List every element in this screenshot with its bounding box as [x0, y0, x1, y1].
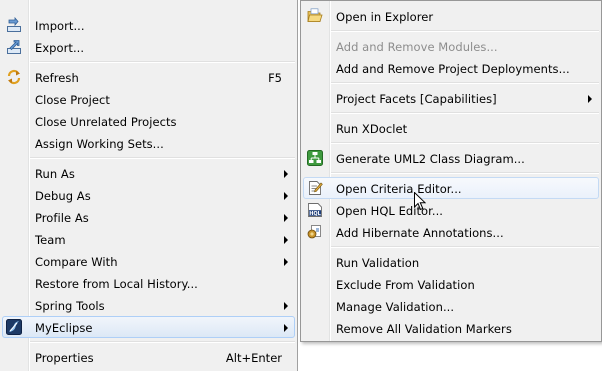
menu-item-label: Manage Validation... [336, 300, 455, 314]
submenu-arrow-icon [284, 236, 288, 244]
submenu-arrow-icon [284, 258, 288, 266]
import-icon [7, 17, 21, 32]
criteria-editor-icon [309, 181, 323, 195]
menu-item-label: Add and Remove Modules... [336, 40, 498, 54]
menu-item-debug-as[interactable]: Debug As [2, 184, 295, 206]
menu-item-run-validation[interactable]: Run Validation [303, 251, 599, 273]
menu-item-add-and-remove-modules[interactable]: Add and Remove Modules... [303, 35, 599, 57]
submenu-arrow-icon [284, 192, 288, 200]
menu-item-run-as[interactable]: Run As [2, 162, 295, 184]
menu-item-properties[interactable]: Properties Alt+Enter [2, 346, 295, 368]
uml-diagram-icon [307, 150, 323, 166]
mouse-cursor-icon [414, 192, 426, 211]
menu-separator [331, 246, 599, 248]
folder-icon [307, 8, 323, 22]
menu-item-refresh[interactable]: Refresh F5 [2, 66, 295, 88]
export-icon [7, 40, 21, 54]
myeclipse-submenu: Open in Explorer Add and Remove Modules.… [300, 0, 602, 342]
menu-item-open-hql-editor[interactable]: HQL Open HQL Editor... [303, 199, 599, 221]
menu-item-label: Run XDoclet [336, 122, 408, 136]
menu-item-assign-working-sets[interactable]: Assign Working Sets... [2, 132, 295, 154]
menu-item-manage-validation[interactable]: Manage Validation... [303, 295, 599, 317]
menu-item-label: Spring Tools [35, 299, 105, 313]
myeclipse-icon [6, 319, 22, 335]
menu-separator [331, 172, 599, 174]
menu-item-project-facets[interactable]: Project Facets [Capabilities] [303, 87, 599, 109]
menu-item-label: Remove All Validation Markers [336, 322, 512, 336]
menu-item-add-hibernate-annotations[interactable]: Add Hibernate Annotations... [303, 221, 599, 243]
menu-item-label: Close Unrelated Projects [35, 115, 177, 129]
menu-item-label: Properties [35, 351, 94, 365]
menu-item-close-unrelated-projects[interactable]: Close Unrelated Projects [2, 110, 295, 132]
menu-item-label: Open in Explorer [336, 10, 434, 24]
menu-item-label: Team [35, 233, 66, 247]
menu-item-spring-tools[interactable]: Spring Tools [2, 294, 295, 316]
menu-item-label: Assign Working Sets... [35, 137, 164, 151]
menu-item-label: Profile As [35, 211, 89, 225]
menu-item-label: Exclude From Validation [336, 278, 475, 292]
menu-item-label: Refresh [35, 71, 79, 85]
menu-item-restore-from-local-history[interactable]: Restore from Local History... [2, 272, 295, 294]
svg-text:HQL: HQL [309, 211, 321, 217]
hibernate-annotation-icon [307, 225, 321, 239]
menu-item-label: Close Project [35, 93, 110, 107]
menu-item-label: Debug As [35, 189, 91, 203]
submenu-arrow-icon [284, 324, 288, 332]
menu-separator [331, 112, 599, 114]
menu-item-label: Export... [35, 41, 85, 55]
menu-separator [331, 82, 599, 84]
menu-item-label: Import... [35, 19, 85, 33]
menu-separator [30, 341, 295, 343]
menu-item-add-and-remove-project-deployments[interactable]: Add and Remove Project Deployments... [303, 57, 599, 79]
shortcut-label: F5 [268, 71, 282, 85]
menu-separator [30, 157, 295, 159]
menu-separator [331, 30, 599, 32]
menu-item-label: Run Validation [336, 256, 420, 270]
menu-separator [30, 61, 295, 63]
menu-item-run-xdoclet[interactable]: Run XDoclet [303, 117, 599, 139]
menu-item-generate-uml2-class-diagram[interactable]: Generate UML2 Class Diagram... [303, 147, 599, 169]
menu-item-label: Open HQL Editor... [336, 204, 443, 218]
shortcut-label: Alt+Enter [225, 351, 282, 365]
menu-item-export[interactable]: Export... [2, 36, 295, 58]
menu-item-label: Open Criteria Editor... [336, 182, 462, 196]
refresh-icon [7, 69, 21, 85]
menu-item-label: Add and Remove Project Deployments... [336, 62, 570, 76]
menu-item-exclude-from-validation[interactable]: Exclude From Validation [303, 273, 599, 295]
menu-item-label: Restore from Local History... [35, 277, 198, 291]
menu-item-label: MyEclipse [35, 321, 93, 335]
menu-separator [331, 142, 599, 144]
menu-item-open-criteria-editor[interactable]: Open Criteria Editor... [303, 177, 599, 199]
hql-editor-icon: HQL [308, 203, 322, 217]
menu-item-label: Compare With [35, 255, 118, 269]
menu-item-close-project[interactable]: Close Project [2, 88, 295, 110]
submenu-arrow-icon [284, 302, 288, 310]
menu-item-team[interactable]: Team [2, 228, 295, 250]
menu-item-open-in-explorer[interactable]: Open in Explorer [303, 5, 599, 27]
submenu-arrow-icon [284, 170, 288, 178]
menu-item-myeclipse[interactable]: MyEclipse [2, 316, 295, 338]
context-menu: Import... Export... Refresh F5 Close Pro… [0, 0, 298, 371]
menu-item-label: Run As [35, 167, 75, 181]
menu-item-remove-all-validation-markers[interactable]: Remove All Validation Markers [303, 317, 599, 339]
menu-item-label: Generate UML2 Class Diagram... [336, 152, 525, 166]
menu-item-profile-as[interactable]: Profile As [2, 206, 295, 228]
submenu-arrow-icon [588, 95, 592, 103]
menu-item-label: Add Hibernate Annotations... [336, 226, 504, 240]
submenu-arrow-icon [284, 214, 288, 222]
menu-item-import[interactable]: Import... [2, 14, 295, 36]
menu-item-label: Project Facets [Capabilities] [336, 92, 497, 106]
menu-item-compare-with[interactable]: Compare With [2, 250, 295, 272]
